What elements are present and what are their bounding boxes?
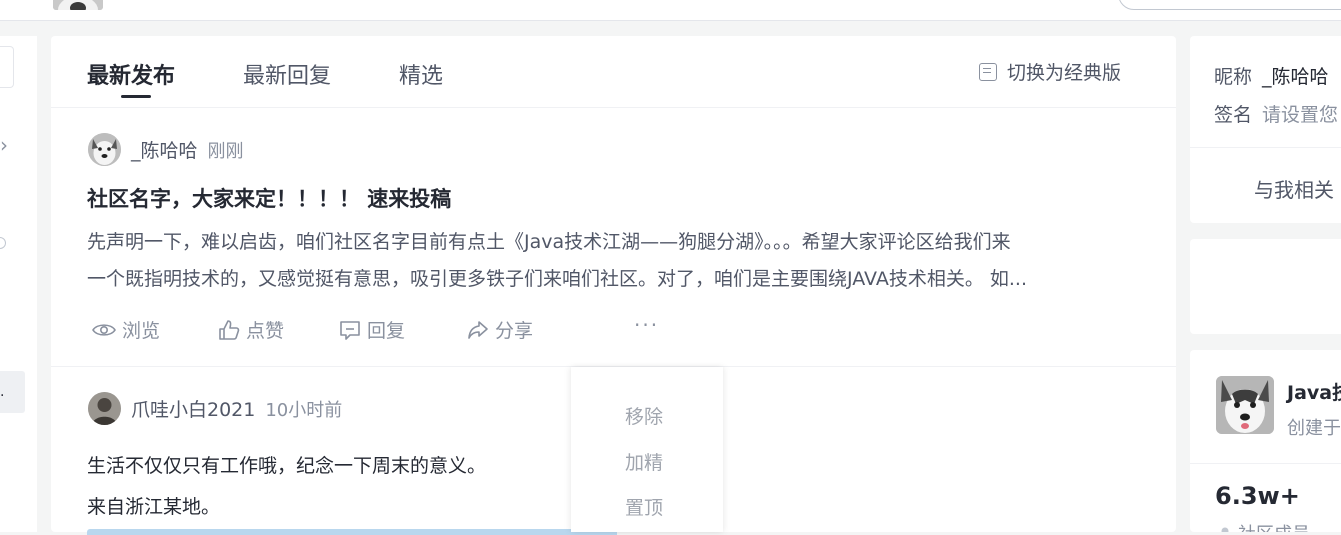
feature-button[interactable]: 加精: [625, 448, 663, 475]
circle-icon[interactable]: [0, 237, 6, 249]
view-label: 浏览: [122, 320, 161, 342]
top-header: [0, 0, 1341, 21]
signature-field[interactable]: 请设置您: [1262, 104, 1338, 126]
author-avatar[interactable]: [88, 133, 121, 166]
switch-icon: [979, 62, 997, 81]
reply-button[interactable]: 回复: [339, 316, 467, 343]
excerpt-line: 先声明一下，难以启齿，咱们社区名字目前有点土《Java技术江湖——狗腿分湖》。。…: [87, 231, 1011, 253]
comment-icon: [340, 320, 360, 340]
profile-card: 昵称 _陈哈哈 签名 请设置您 与我相关: [1190, 36, 1341, 223]
community-name[interactable]: Java技: [1287, 378, 1341, 405]
signature-label: 签名: [1214, 104, 1253, 126]
author-avatar[interactable]: [88, 392, 121, 425]
post-item[interactable]: 爪哇小白2021 10小时前 生活不仅仅只有工作哦，纪念一下周末的意义。 来自浙…: [51, 367, 1176, 535]
post-item[interactable]: _陈哈哈 刚刚 社区名字，大家来定！！！！ 速来投稿 先声明一下，难以启齿，咱们…: [51, 108, 1176, 367]
post-actions: 浏览 点赞 回复 分享: [92, 316, 533, 343]
tab-latest-replies[interactable]: 最新回复: [243, 58, 331, 90]
post-author-row: 爪哇小白2021 10小时前: [88, 392, 342, 425]
community-created: 创建于: [1287, 418, 1341, 439]
related-to-me-link[interactable]: 与我相关: [1254, 174, 1334, 203]
post-author-row: _陈哈哈 刚刚: [88, 133, 244, 166]
share-label: 分享: [495, 320, 534, 342]
author-name[interactable]: 爪哇小白2021: [131, 395, 255, 422]
thumbs-up-icon: [219, 319, 240, 340]
sidebar-search-box[interactable]: [0, 46, 14, 88]
author-name[interactable]: _陈哈哈: [131, 136, 198, 163]
pin-button[interactable]: 置顶: [625, 493, 663, 520]
reply-label: 回复: [367, 320, 406, 342]
community-card: Java技 创建于 6.3w+ 社区成员: [1190, 350, 1341, 532]
like-label: 点赞: [246, 320, 285, 342]
switch-label: 切换为经典版: [1007, 62, 1122, 84]
post-excerpt[interactable]: 生活不仅仅只有工作哦，纪念一下周末的意义。 来自浙江某地。: [87, 446, 486, 528]
divider: [1190, 147, 1341, 148]
user-avatar[interactable]: [53, 0, 103, 10]
divider: [1190, 463, 1341, 464]
like-button[interactable]: 点赞: [218, 316, 339, 343]
remove-button[interactable]: 移除: [625, 402, 663, 429]
view-button[interactable]: 浏览: [92, 316, 218, 343]
nickname-row: 昵称 _陈哈哈: [1214, 62, 1329, 89]
excerpt-line: 一个既指明技术的，又感觉挺有意思，吸引更多铁子们来咱们社区。对了，咱们是主要围绕…: [87, 268, 1027, 290]
post-excerpt[interactable]: 先声明一下，难以启齿，咱们社区名字目前有点土《Java技术江湖——狗腿分湖》。。…: [87, 224, 1147, 298]
members-label-text: 社区成员: [1238, 524, 1310, 532]
feed-panel: 最新发布 最新回复 精选 切换为经典版 _陈哈哈 刚刚 社区名字，大家来定！！！…: [51, 36, 1176, 535]
excerpt-line: 来自浙江某地。: [87, 496, 221, 518]
tab-featured[interactable]: 精选: [399, 58, 443, 90]
more-options-icon[interactable]: ···: [634, 313, 659, 337]
user-icon: [1221, 527, 1229, 532]
share-icon: [468, 320, 488, 339]
signature-row: 签名 请设置您: [1214, 100, 1338, 127]
members-label: 社区成员: [1220, 520, 1310, 532]
empty-card: [1190, 239, 1341, 334]
post-title[interactable]: 社区名字，大家来定！！！！ 速来投稿: [87, 183, 451, 213]
active-tab-indicator: [121, 95, 151, 98]
eye-icon: [92, 323, 116, 336]
nickname-label: 昵称: [1214, 66, 1253, 88]
admin-menu: 移除 加精 置顶: [571, 367, 723, 532]
post-image[interactable]: [87, 529, 617, 535]
share-button[interactable]: 分享: [467, 316, 533, 343]
chevron-right-icon[interactable]: ›: [0, 133, 8, 157]
nickname-value[interactable]: _陈哈哈: [1262, 66, 1329, 88]
search-input[interactable]: [1118, 0, 1341, 10]
excerpt-line: 生活不仅仅只有工作哦，纪念一下周末的意义。: [87, 455, 487, 477]
switch-classic-button[interactable]: 切换为经典版: [979, 58, 1121, 85]
members-count: 6.3w+: [1215, 482, 1300, 510]
post-time: 刚刚: [207, 140, 244, 162]
post-time: 10小时前: [265, 399, 343, 421]
community-avatar[interactable]: [1216, 376, 1274, 434]
feed-tabs: 最新发布 最新回复 精选 切换为经典版: [51, 36, 1176, 108]
tab-latest[interactable]: 最新发布: [87, 58, 175, 90]
sidebar-item-active[interactable]: .: [0, 371, 25, 413]
left-sidebar: › .: [0, 36, 37, 532]
